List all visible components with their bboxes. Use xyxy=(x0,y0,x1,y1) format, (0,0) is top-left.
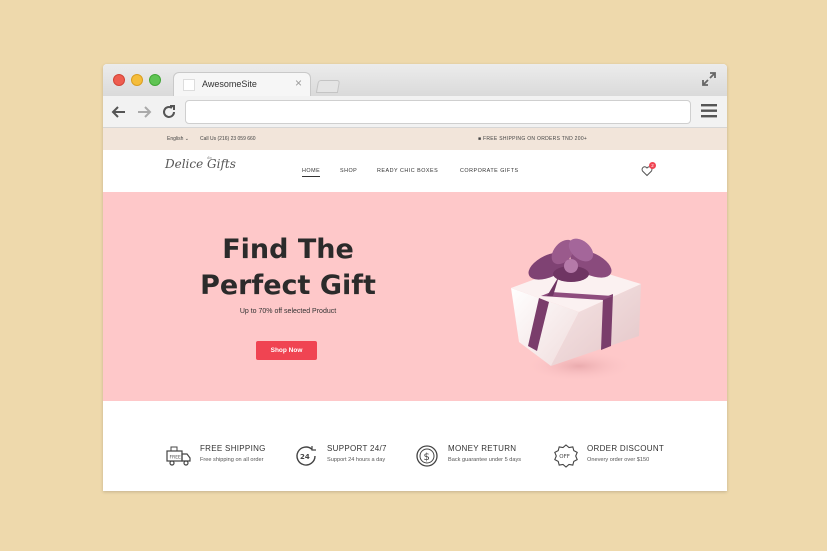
nav-home[interactable]: HOME xyxy=(302,168,321,177)
shop-now-button[interactable]: Shop Now xyxy=(256,341,317,360)
language-selector[interactable]: English ⌄ xyxy=(167,136,189,142)
tab-title: AwesomeSite xyxy=(202,79,257,89)
address-bar[interactable] xyxy=(185,100,691,124)
browser-toolbar xyxy=(103,96,727,128)
feature-desc: Support 24 hours a day xyxy=(327,457,386,463)
hero-subtitle: Up to 70% off selected Product xyxy=(239,308,337,315)
hero-title: Find The Perfect Gift xyxy=(173,232,403,304)
top-info-bar: English ⌄ Call Us (216) 23 059 660 ■ FRE… xyxy=(103,128,727,150)
minimize-window-button[interactable] xyxy=(131,74,143,86)
shipping-notice-text: FREE SHIPPING ON ORDERS TND 200+ xyxy=(483,136,588,142)
site-logo[interactable]: Delice Gifts xyxy=(165,157,236,171)
nav-shop[interactable]: SHOP xyxy=(340,168,357,174)
close-window-button[interactable] xyxy=(113,74,125,86)
phone-number: Call Us (216) 23 059 660 xyxy=(200,136,256,142)
feature-title: FREE SHIPPING xyxy=(200,444,266,453)
browser-tab[interactable]: AwesomeSite × xyxy=(173,72,311,96)
maximize-window-button[interactable] xyxy=(149,74,161,86)
site-header: Delice Gifts de HOME SHOP READY CHIC BOX… xyxy=(103,150,727,192)
gift-box-image xyxy=(511,238,641,382)
svg-text:OFF: OFF xyxy=(559,454,570,460)
truck-icon: FREE xyxy=(166,446,191,466)
feature-title: SUPPORT 24/7 xyxy=(327,444,387,453)
reload-icon[interactable] xyxy=(161,104,177,120)
logo-small-text: de xyxy=(207,155,212,160)
nav-corporate-gifts[interactable]: CORPORATE GIFTS xyxy=(460,168,519,174)
tab-close-icon[interactable]: × xyxy=(295,76,302,90)
hero-banner: Find The Perfect Gift Up to 70% off sele… xyxy=(103,192,727,401)
feature-title: ORDER DISCOUNT xyxy=(587,444,665,453)
svg-text:$: $ xyxy=(424,452,430,463)
dollar-icon: $ xyxy=(416,445,438,467)
feature-desc: Onevery order over $150 xyxy=(587,457,650,463)
shipping-notice: ■ FREE SHIPPING ON ORDERS TND 200+ xyxy=(478,136,587,142)
wishlist-count-badge: 2 xyxy=(649,162,656,169)
svg-text:FREE: FREE xyxy=(170,455,182,461)
hero-title-line2: Perfect Gift xyxy=(200,270,376,301)
feature-desc: Free shipping on all order xyxy=(200,457,264,463)
fullscreen-icon[interactable] xyxy=(701,71,717,87)
svg-text:24: 24 xyxy=(300,453,310,461)
new-tab-button[interactable] xyxy=(315,80,341,93)
hero-title-line1: Find The xyxy=(222,234,354,265)
features-strip: FREE FREE SHIPPING Free shipping on all … xyxy=(103,401,727,491)
browser-tab-bar: AwesomeSite × xyxy=(103,64,727,96)
favicon-icon xyxy=(183,79,195,91)
discount-badge-icon: OFF xyxy=(554,444,578,468)
browser-window: AwesomeSite × English ⌄ Call Us (216) 23… xyxy=(103,64,727,491)
back-arrow-icon[interactable] xyxy=(111,104,127,120)
forward-arrow-icon[interactable] xyxy=(136,104,152,120)
menu-icon[interactable] xyxy=(701,104,717,118)
feature-title: MONEY RETURN xyxy=(448,444,517,453)
nav-ready-chic-boxes[interactable]: READY CHIC BOXES xyxy=(377,168,438,174)
clock-24-icon: 24 xyxy=(296,446,316,466)
feature-desc: Back guarantee under 5 days xyxy=(448,457,522,463)
